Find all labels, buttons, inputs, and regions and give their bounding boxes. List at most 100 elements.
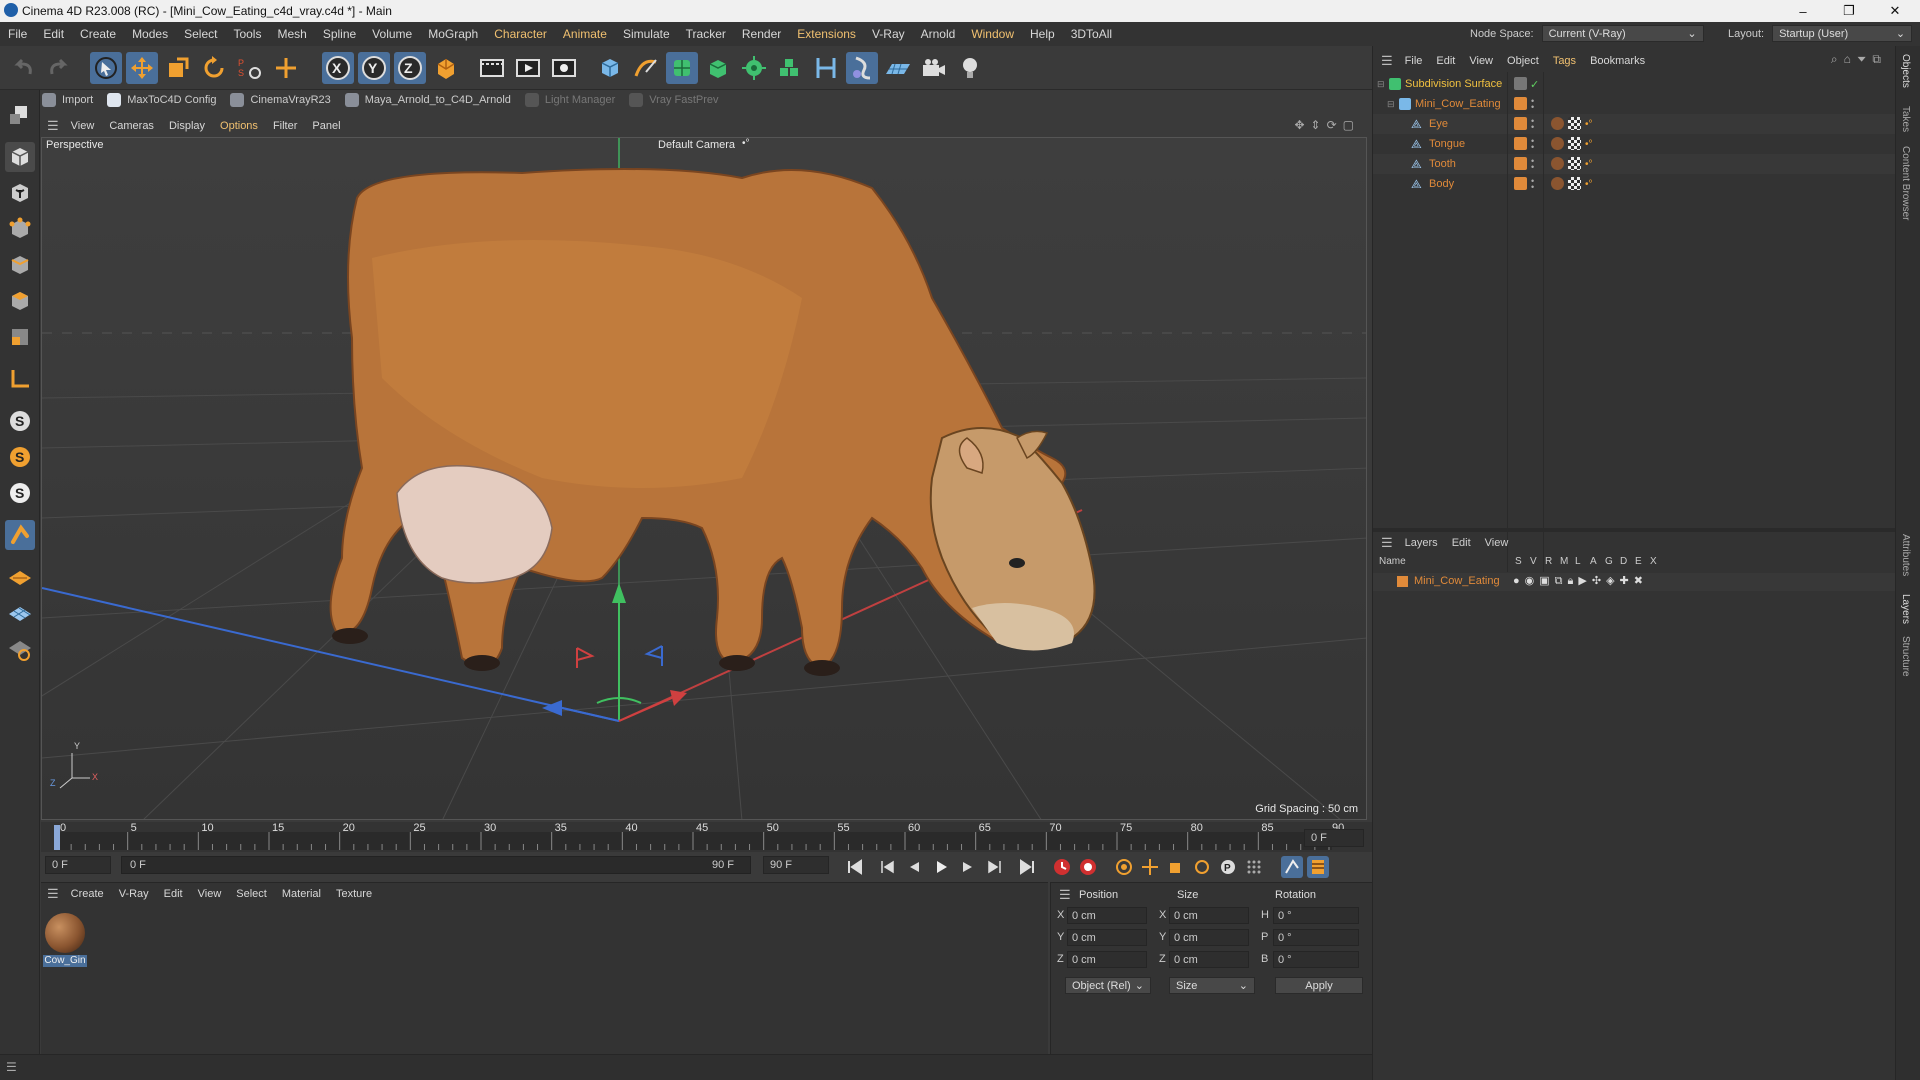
new-window-icon[interactable]: ⧉: [1872, 52, 1887, 66]
key-parameter-button[interactable]: P: [1217, 856, 1239, 878]
plugin-light-manager[interactable]: Light Manager: [524, 93, 615, 107]
mat-menu-create[interactable]: Create: [71, 888, 104, 900]
rot-h-field[interactable]: 0 °: [1273, 907, 1359, 924]
viewport-menu-options[interactable]: Options: [220, 120, 258, 132]
play-button[interactable]: [930, 856, 952, 878]
tab-objects[interactable]: Objects: [1900, 54, 1911, 88]
object-row-body[interactable]: ⟁ Body • • •°: [1373, 174, 1896, 194]
prev-frame-button[interactable]: [903, 856, 925, 878]
render-view-button[interactable]: [476, 52, 508, 84]
next-frame-button[interactable]: [957, 856, 979, 878]
apply-button[interactable]: Apply: [1275, 977, 1363, 994]
menu-help[interactable]: Help: [1022, 27, 1063, 41]
texture-mode-button[interactable]: [5, 178, 35, 208]
obj-menu-object[interactable]: Object: [1507, 55, 1539, 67]
size-y-field[interactable]: 0 cm: [1169, 929, 1249, 946]
material-swatch[interactable]: Cow_Gin: [43, 911, 87, 967]
obj-menu-view[interactable]: View: [1469, 55, 1493, 67]
solo-dot-icon[interactable]: ●: [1513, 575, 1525, 587]
panel-menu-icon[interactable]: ☰: [1381, 53, 1393, 69]
maximize-button[interactable]: ❐: [1826, 0, 1872, 22]
size-mode-select[interactable]: Size ⌄: [1169, 977, 1255, 994]
layer-color-tag[interactable]: [1514, 137, 1527, 150]
search-icon[interactable]: ⌕: [1831, 52, 1844, 66]
manager-icon[interactable]: ⧉: [1555, 575, 1568, 587]
undo-button[interactable]: [8, 52, 40, 84]
make-editable-button[interactable]: [5, 100, 35, 130]
menu-tools[interactable]: Tools: [225, 27, 269, 41]
record-button[interactable]: [1051, 856, 1073, 878]
panel-menu-icon[interactable]: ☰: [1059, 887, 1071, 903]
viewport-camera-label[interactable]: Default Camera: [658, 139, 735, 151]
layer-color-tag[interactable]: [1514, 97, 1527, 110]
close-button[interactable]: ✕: [1872, 0, 1918, 22]
viewport-menu-display[interactable]: Display: [169, 120, 205, 132]
panel-menu-icon[interactable]: ☰: [47, 118, 59, 134]
render-icon[interactable]: ▣: [1539, 575, 1554, 587]
pos-x-field[interactable]: 0 cm: [1067, 907, 1147, 924]
menu-volume[interactable]: Volume: [364, 27, 420, 41]
material-tag-icon[interactable]: [1551, 157, 1564, 170]
next-key-button[interactable]: [984, 856, 1006, 878]
select-tool-button[interactable]: [90, 52, 122, 84]
model-mode-button[interactable]: [5, 142, 35, 172]
axis-mode-button[interactable]: [5, 364, 35, 394]
menu-create[interactable]: Create: [72, 27, 124, 41]
size-z-field[interactable]: 0 cm: [1169, 951, 1249, 968]
plugin-import[interactable]: Import: [42, 93, 93, 107]
layer-menu-view[interactable]: View: [1485, 537, 1509, 549]
vis-dots-icon[interactable]: • •: [1531, 137, 1534, 152]
z-axis-lock-button[interactable]: Z: [394, 52, 426, 84]
layer-color-tag[interactable]: [1514, 157, 1527, 170]
redo-button[interactable]: [42, 52, 74, 84]
polygons-mode-button[interactable]: [5, 286, 35, 316]
menu-vray[interactable]: V-Ray: [864, 27, 913, 41]
motion-system-button[interactable]: [1281, 856, 1303, 878]
go-to-start-button[interactable]: [844, 856, 866, 878]
object-row-mini-cow-eating[interactable]: ⊟ Mini_Cow_Eating • •: [1373, 94, 1896, 114]
render-to-picture-viewer-button[interactable]: [512, 52, 544, 84]
tab-takes[interactable]: Takes: [1900, 106, 1911, 132]
layer-color-tag[interactable]: [1514, 177, 1527, 190]
visibility-toggle[interactable]: [1514, 77, 1527, 90]
mat-menu-view[interactable]: View: [198, 888, 222, 900]
key-position-button[interactable]: [1139, 856, 1161, 878]
tab-layers[interactable]: Layers: [1900, 594, 1911, 624]
edges-mode-button[interactable]: [5, 250, 35, 280]
material-tag-icon[interactable]: [1551, 137, 1564, 150]
layer-menu-edit[interactable]: Edit: [1452, 537, 1471, 549]
floor-button[interactable]: [882, 52, 914, 84]
menu-select[interactable]: Select: [176, 27, 225, 41]
pos-y-field[interactable]: 0 cm: [1067, 929, 1147, 946]
viewport-menu-cameras[interactable]: Cameras: [109, 120, 154, 132]
menu-extensions[interactable]: Extensions: [789, 27, 864, 41]
phong-tag-icon[interactable]: •°: [1585, 119, 1593, 130]
plugin-cinemavray[interactable]: CinemaVrayR23: [230, 93, 331, 107]
start-frame-field[interactable]: 0 F: [45, 856, 111, 874]
phong-tag-icon[interactable]: •°: [1585, 139, 1593, 150]
pos-z-field[interactable]: 0 cm: [1067, 951, 1147, 968]
layer-color-tag[interactable]: [1514, 117, 1527, 130]
workplane-lock-button[interactable]: [5, 634, 35, 664]
mat-menu-select[interactable]: Select: [236, 888, 267, 900]
obj-menu-bookmarks[interactable]: Bookmarks: [1590, 55, 1645, 67]
workplane-button[interactable]: [5, 520, 35, 550]
light-button[interactable]: [954, 52, 986, 84]
menu-character[interactable]: Character: [486, 27, 555, 41]
tab-structure[interactable]: Structure: [1900, 636, 1911, 677]
xref-icon[interactable]: ✖: [1634, 575, 1648, 587]
animation-icon[interactable]: ▶: [1578, 575, 1591, 587]
uvw-tag-icon[interactable]: [1568, 137, 1581, 150]
timeline-window-button[interactable]: [1307, 856, 1329, 878]
coordinate-mode-select[interactable]: Object (Rel) ⌄: [1065, 977, 1151, 994]
menu-edit[interactable]: Edit: [35, 27, 72, 41]
uvw-tag-icon[interactable]: [1568, 157, 1581, 170]
vis-dots-icon[interactable]: • •: [1531, 157, 1534, 172]
prev-key-button[interactable]: [876, 856, 898, 878]
snap-button[interactable]: S: [5, 406, 35, 436]
object-row-eye[interactable]: ⟁ Eye • • •°: [1373, 114, 1896, 134]
extrude-button[interactable]: [702, 52, 734, 84]
size-x-field[interactable]: 0 cm: [1169, 907, 1249, 924]
mat-menu-material[interactable]: Material: [282, 888, 321, 900]
coordinate-system-button[interactable]: [430, 52, 462, 84]
